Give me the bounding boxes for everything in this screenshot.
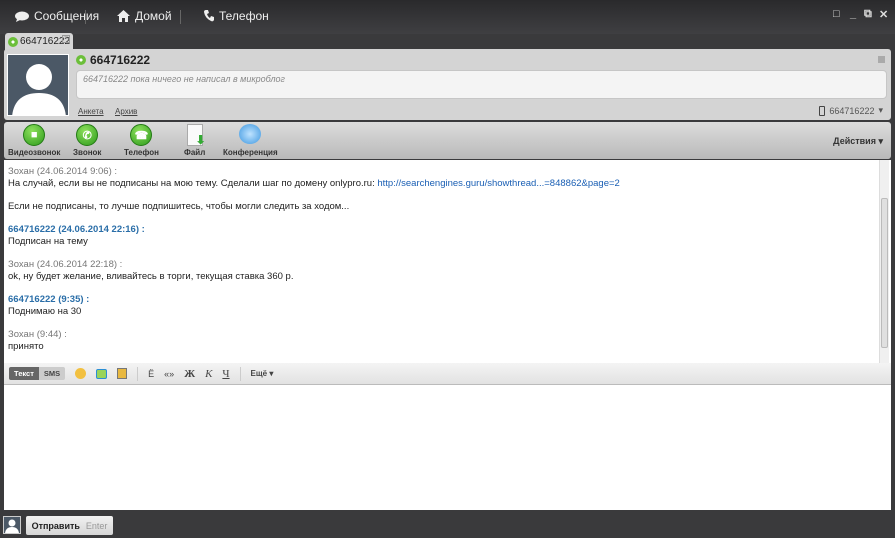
message-line: Если не подписаны, то лучше подпишитесь,… — [8, 201, 350, 212]
file-icon: ⬇ — [186, 124, 206, 147]
message: 664716222 (9:35) : Поднимаю на 30 — [8, 294, 887, 318]
underline-button[interactable]: Ч — [222, 368, 229, 380]
phone-selector[interactable]: 664716222 ▾ — [819, 105, 883, 116]
message-line: Поднимаю на 30 — [8, 306, 82, 317]
message: Если не подписаны, то лучше подпишитесь,… — [8, 201, 887, 213]
divider — [180, 10, 181, 24]
avatar — [7, 54, 69, 116]
bottom-bar: Отправить Enter — [0, 510, 895, 538]
tab-messages[interactable]: Сообщения — [15, 9, 99, 23]
message-header: Зохан (9:44) : — [8, 329, 67, 340]
conference-button[interactable]: Конференция — [223, 124, 278, 157]
contact-panel: 664716222 664716222 пока ничего не напис… — [4, 49, 891, 120]
video-call-button[interactable]: ■ Видеозвонок — [8, 124, 60, 157]
collapse-icon[interactable] — [878, 56, 885, 63]
divider — [137, 366, 139, 381]
send-shortcut: Enter — [85, 520, 108, 531]
actions-menu[interactable]: Действия ▾ — [833, 136, 883, 147]
message-line: Подписан на тему — [8, 236, 88, 247]
quote-button[interactable]: «» — [164, 369, 174, 379]
italic-button[interactable]: К — [205, 368, 212, 380]
file-button[interactable]: ⬇ Файл — [184, 124, 206, 157]
mode-switch: Текст SMS — [9, 367, 66, 380]
format-toolbar: Текст SMS Ё «» Ж К Ч Ещё ▾ — [4, 363, 891, 385]
scrollbar-thumb[interactable] — [881, 198, 888, 348]
phone-icon — [204, 10, 214, 22]
message-text: Поднимаю на 30 — [8, 306, 887, 318]
message-text: Подписан на тему — [8, 236, 887, 248]
message: 664716222 (24.06.2014 22:16) : Подписан н… — [8, 224, 887, 248]
button-label: Конференция — [223, 148, 278, 157]
button-label: Файл — [184, 148, 206, 157]
telephone-button[interactable]: ☎ Телефон — [124, 124, 159, 157]
more-menu[interactable]: Ещё ▾ — [251, 369, 274, 378]
message-header: Зохан (24.06.2014 22:18) : — [8, 259, 123, 270]
my-avatar[interactable] — [3, 516, 21, 534]
send-label: Отправить — [31, 520, 80, 531]
message-history: Зохан (24.06.2014 9:06) : На случай, если… — [4, 160, 891, 363]
divider — [239, 366, 241, 381]
message-text: принято — [8, 341, 887, 353]
message-line: На случай, если вы не подписаны на мою т… — [8, 178, 378, 189]
actions-label: Действия — [833, 136, 876, 146]
message-input[interactable] — [4, 385, 891, 510]
top-bar: Сообщения Домой Телефон □ _ ⧉ ✕ — [0, 0, 895, 34]
profile-link[interactable]: Анкета — [78, 107, 104, 116]
chevron-down-icon: ▾ — [878, 105, 883, 115]
tab-phone[interactable]: Телефон — [204, 9, 269, 23]
close-tab-icon[interactable]: × — [62, 35, 70, 43]
tab-home[interactable]: Домой — [117, 9, 172, 23]
phone-icon: ✆ — [76, 124, 99, 146]
video-camera-icon: ■ — [23, 124, 46, 146]
microblog-status: 664716222 пока ничего не написал в микро… — [76, 70, 887, 99]
online-status-icon — [8, 36, 18, 47]
conference-icon — [239, 124, 262, 144]
message-line: принято — [8, 341, 44, 352]
home-icon — [117, 10, 130, 22]
scrollbar[interactable] — [879, 160, 889, 363]
message-header: 664716222 (9:35) : — [8, 294, 90, 305]
minimize-button[interactable]: _ — [850, 8, 856, 20]
message-text: Если не подписаны, то лучше подпишитесь,… — [8, 201, 887, 213]
more-label: Ещё — [250, 369, 268, 378]
bold-button[interactable]: Ж — [184, 368, 195, 380]
message: Зохан (24.06.2014 9:06) : На случай, если… — [8, 166, 887, 190]
online-status-icon — [76, 55, 86, 65]
chat-bubble-icon — [15, 11, 29, 22]
message-line: ok, ну будет желание, вливайтесь в торги… — [8, 271, 294, 282]
contact-name-text: 664716222 — [90, 53, 151, 67]
phone-number: 664716222 — [829, 105, 875, 116]
tab-label: Телефон — [219, 9, 269, 23]
smiley-icon[interactable] — [75, 368, 87, 379]
tab-label: Сообщения — [34, 9, 100, 23]
compact-mode-button[interactable]: □ — [833, 8, 840, 20]
message-header: Зохан (24.06.2014 9:06) : — [8, 166, 118, 177]
button-label: Видеозвонок — [8, 148, 61, 157]
button-label: Звонок — [73, 148, 102, 157]
send-button[interactable]: Отправить Enter — [26, 516, 113, 535]
message: Зохан (24.06.2014 22:18) : ok, ну будет ж… — [8, 259, 887, 283]
tab-label: Домой — [135, 9, 172, 23]
message-header: 664716222 (24.06.2014 22:16) : — [8, 224, 145, 235]
call-button[interactable]: ✆ Звонок — [73, 124, 101, 157]
close-button[interactable]: ✕ — [879, 8, 888, 21]
mode-text-button[interactable]: Текст — [9, 367, 39, 380]
action-toolbar: ■ Видеозвонок ✆ Звонок ☎ Телефон ⬇ Файл Конф… — [4, 122, 891, 159]
divider — [85, 10, 86, 24]
message-text: На случай, если вы не подписаны на мою т… — [8, 178, 887, 190]
contact-name: 664716222 — [76, 53, 150, 67]
message-text: ok, ну будет желание, вливайтесь в торги… — [8, 271, 887, 283]
tv-icon[interactable] — [96, 368, 108, 379]
picture-icon[interactable] — [117, 368, 128, 379]
message-link[interactable]: http://searchengines.guru/showthread...=… — [377, 178, 619, 189]
maximize-button[interactable]: ⧉ — [864, 8, 872, 21]
message: Зохан (9:44) : принято — [8, 329, 887, 353]
dial-phone-icon: ☎ — [130, 124, 153, 146]
mode-sms-button[interactable]: SMS — [38, 367, 66, 380]
archive-link[interactable]: Архив — [115, 107, 137, 116]
button-label: Телефон — [124, 148, 159, 157]
mobile-icon — [819, 105, 826, 116]
translit-button[interactable]: Ё — [148, 369, 154, 379]
